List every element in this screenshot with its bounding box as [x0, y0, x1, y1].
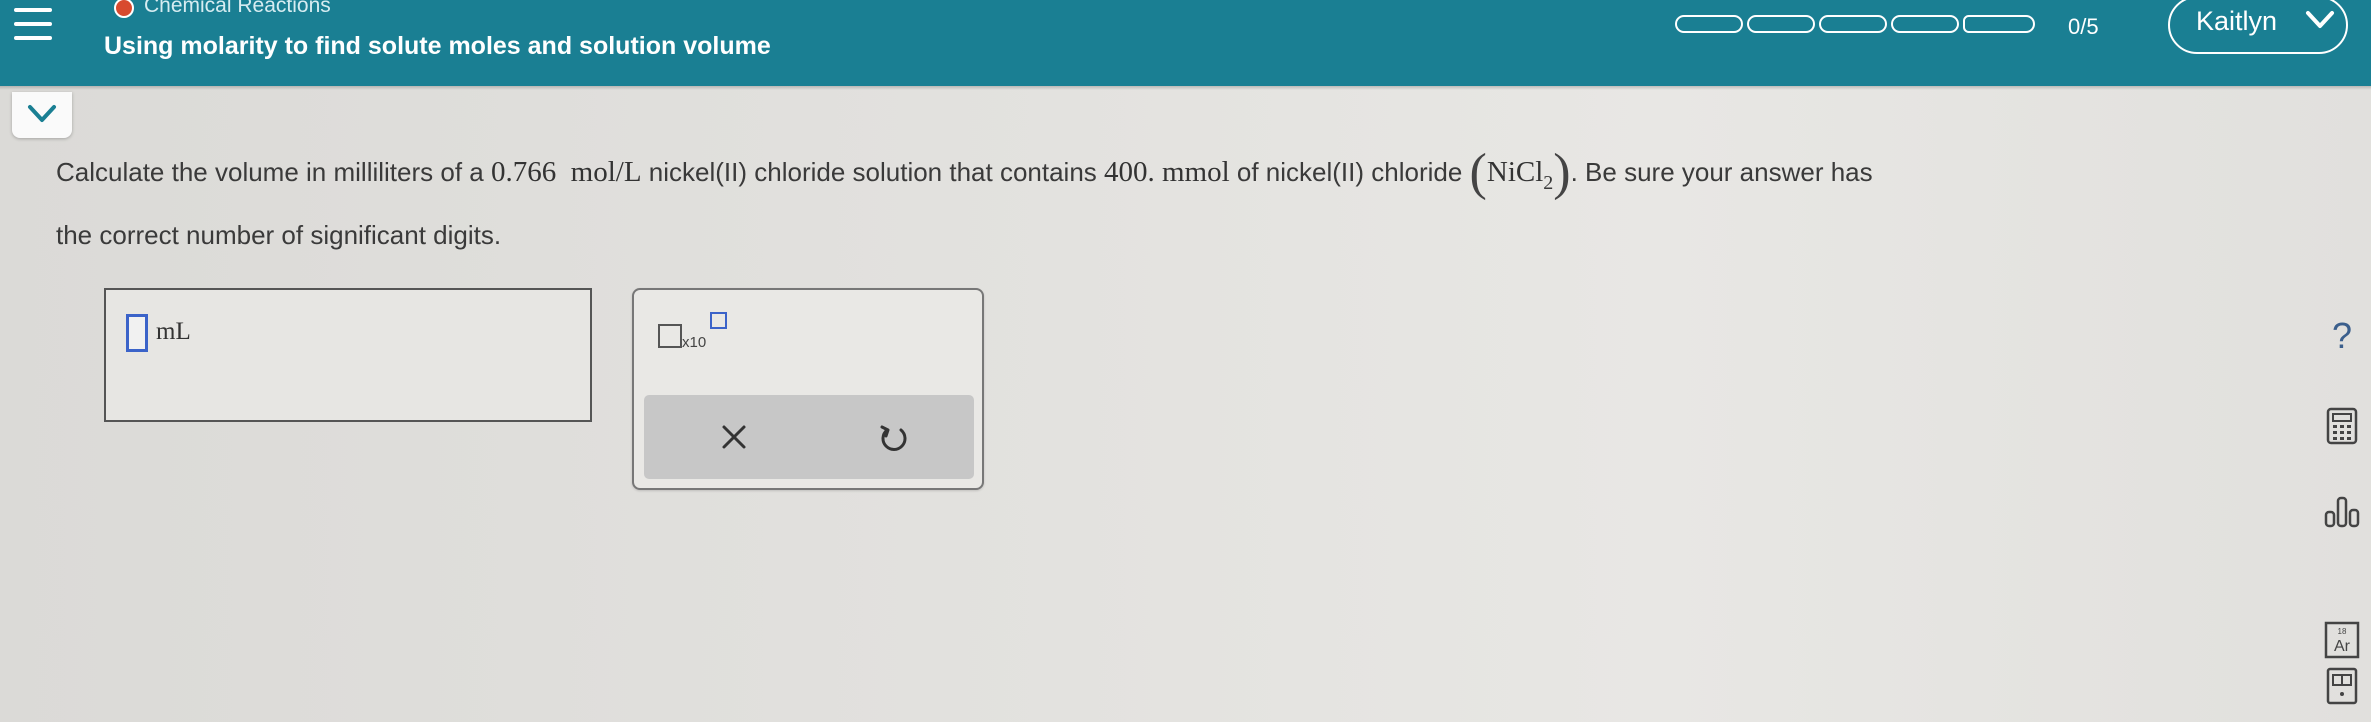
menu-button[interactable] [0, 0, 70, 60]
user-name: Kaitlyn [2196, 6, 2278, 36]
question-text: Calculate the volume in milliliters of a… [56, 146, 2256, 261]
calculator-icon[interactable] [2322, 406, 2362, 446]
progress-segment [1819, 15, 1887, 33]
progress-segment [1747, 15, 1815, 33]
answer-input[interactable] [126, 314, 148, 352]
svg-text:18: 18 [2338, 627, 2347, 636]
svg-text:Ar: Ar [2334, 638, 2351, 655]
scientific-notation-button[interactable]: x10 [658, 312, 734, 352]
progress-count: 0/5 [2068, 14, 2099, 39]
status-dot-icon [114, 0, 134, 18]
times-icon[interactable] [714, 417, 754, 457]
user-menu-button[interactable]: Kaitlyn [2168, 0, 2348, 54]
top-header: Chemical Reactions Using molarity to fin… [0, 0, 2371, 86]
molarity-value: 0.766 [490, 156, 557, 188]
chevron-down-icon [28, 105, 56, 122]
x10-label: x10 [682, 334, 707, 351]
periodic-table-icon[interactable]: 18 Ar [2322, 620, 2362, 660]
bar-chart-icon[interactable] [2322, 490, 2362, 530]
amount-unit: mmol [1162, 156, 1230, 188]
reference-icon[interactable] [2322, 666, 2362, 706]
undo-icon[interactable] [874, 417, 914, 457]
progress-segment [1891, 15, 1959, 33]
page: Chemical Reactions Using molarity to fin… [0, 0, 2371, 722]
topic-label: Chemical Reactions [144, 0, 331, 17]
help-button[interactable]: ? [2322, 316, 2362, 356]
formula-subscript: 2 [1543, 172, 1554, 194]
progress-segment [1675, 15, 1743, 33]
mantissa-box-icon [658, 324, 682, 348]
answer-unit: mL [156, 318, 191, 345]
exponent-box-icon [710, 312, 727, 329]
amount-value: 400. [1104, 156, 1155, 188]
tools-action-bar [644, 395, 974, 479]
collapse-toggle[interactable] [12, 92, 72, 138]
answer-box: mL [104, 288, 592, 422]
math-tools-panel: x10 [632, 288, 984, 490]
progress-bar [1675, 15, 2055, 37]
menu-icon [14, 8, 52, 12]
page-title: Using molarity to find solute moles and … [104, 32, 771, 60]
molarity-unit: mol/L [570, 156, 642, 188]
question-line-1: Calculate the volume in milliliters of a… [56, 144, 1873, 201]
question-line-2: the correct number of significant digits… [56, 220, 502, 250]
chevron-down-icon [2306, 11, 2334, 28]
chemical-formula: NiCl [1486, 156, 1544, 188]
progress-segment [1963, 15, 2035, 33]
